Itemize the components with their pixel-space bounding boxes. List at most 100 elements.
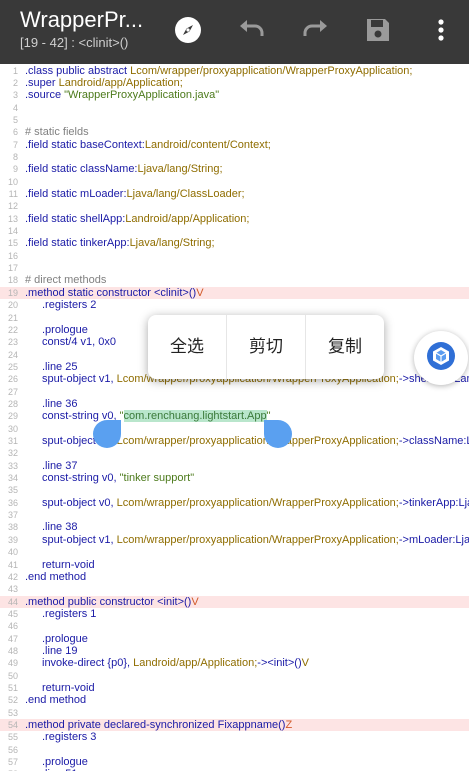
line-number: 29 [7, 411, 18, 422]
code-token: .prologue [42, 756, 88, 769]
code-line: 8 [0, 151, 469, 163]
compass-button[interactable] [168, 12, 208, 52]
line-number: 1 [12, 65, 18, 76]
code-token: mLoader: [80, 188, 127, 200]
code-text: .field static className:Ljava/lang/Strin… [25, 163, 223, 175]
line-number: 37 [7, 510, 18, 521]
code-line: 50 [0, 670, 469, 682]
line-number: 27 [7, 386, 18, 397]
code-token: .method public constructor [25, 595, 158, 608]
line-number: 23 [7, 337, 18, 348]
undo-button[interactable] [232, 12, 272, 52]
code-token: .registers 2 [42, 299, 97, 312]
code-line: 34 const-string v0, "tinker support" [0, 472, 469, 484]
code-line: 1 .class public abstract Lcom/wrapper/pro… [0, 65, 469, 77]
code-line: 41 return-void [0, 559, 469, 571]
line-number: 31 [7, 436, 18, 446]
code-token: V [191, 595, 199, 608]
code-line: 14 [0, 225, 469, 237]
code-token: Ljava/lang/String; [129, 237, 215, 250]
code-token: .field static [25, 237, 81, 250]
file-title: WrapperPr... [20, 7, 144, 32]
code-text: # static fields [25, 126, 89, 138]
code-text: .source "WrapperProxyApplication.java" [25, 89, 219, 101]
code-token: Lcom/wrapper/proxyapplication/WrapperPro… [130, 64, 413, 77]
line-number: 24 [7, 349, 18, 360]
code-line: 45 .registers 1 [0, 608, 469, 620]
cut-menu-item[interactable]: 剪切 [227, 315, 306, 379]
code-text: const/4 v1, 0x0 [42, 336, 116, 348]
code-token: const-string v0, [42, 472, 120, 485]
select-all-menu-item[interactable]: 全选 [148, 315, 227, 379]
code-token: .registers 3 [42, 731, 97, 744]
code-line: 40 [0, 546, 469, 558]
code-line: 36 sput-object v0, Lcom/wrapper/proxyappl… [0, 497, 469, 509]
line-number: 16 [7, 250, 18, 261]
line-number: 30 [7, 423, 18, 434]
code-text: return-void [42, 559, 95, 571]
code-text: .class public abstract Lcom/wrapper/prox… [25, 65, 412, 77]
line-number: 48 [7, 645, 18, 656]
code-line: 44 .method public constructor <init>()V [0, 595, 469, 608]
code-text: .end method [25, 694, 86, 706]
line-number: 21 [7, 312, 18, 323]
line-number: 18 [7, 275, 18, 286]
code-line: 38 .line 38 [0, 521, 469, 533]
line-number: 7 [12, 139, 18, 150]
code-token: # static fields [25, 126, 89, 139]
code-editor[interactable]: 1 .class public abstract Lcom/wrapper/pro… [0, 64, 469, 771]
code-token: .field static [25, 188, 81, 200]
line-number: 50 [7, 670, 18, 681]
line-number: 51 [7, 683, 18, 693]
code-text: .registers 2 [42, 299, 96, 311]
code-token: .prologue [42, 323, 88, 336]
code-token: V [301, 657, 309, 670]
copy-menu-item[interactable]: 复制 [306, 315, 384, 379]
redo-button[interactable] [295, 12, 335, 52]
line-number: 57 [7, 757, 18, 768]
code-token: Fixappname() [217, 719, 286, 732]
line-number: 43 [7, 584, 18, 595]
line-number: 3 [12, 90, 18, 101]
code-token: const/4 v1, 0x0 [42, 336, 116, 349]
code-token: <init>() [157, 595, 192, 608]
save-button[interactable] [358, 12, 398, 52]
code-line: 43 [0, 583, 469, 595]
code-line: 20 .registers 2 [0, 299, 469, 311]
code-line: 39 sput-object v1, Lcom/wrapper/proxyappl… [0, 534, 469, 546]
code-line: 33 .line 37 [0, 460, 469, 472]
code-line: 56 [0, 744, 469, 756]
code-token: Ljava/lang/ClassLoader; [126, 188, 245, 200]
code-text: .registers 3 [42, 731, 96, 743]
code-line: 32 [0, 447, 469, 459]
code-line: 3 .source "WrapperProxyApplication.java" [0, 89, 469, 101]
code-line: 5 [0, 114, 469, 126]
code-line: 30 [0, 423, 469, 435]
compass-icon [174, 16, 202, 49]
method-range-subtitle: [19 - 42] : <clinit>() [20, 35, 129, 50]
more-options-button[interactable] [421, 12, 461, 52]
line-number: 5 [12, 114, 18, 125]
selection-start-handle[interactable] [93, 420, 121, 448]
line-number: 38 [7, 522, 18, 533]
code-token: .source [25, 89, 65, 102]
code-token: className: [80, 163, 138, 176]
code-token: "WrapperProxyApplication.java" [64, 89, 220, 102]
code-text: .line 38 [42, 521, 77, 533]
code-line: 4 [0, 102, 469, 114]
line-number: 33 [7, 460, 18, 471]
floating-assistant-button[interactable] [414, 331, 468, 385]
line-number: 13 [7, 213, 18, 224]
code-token: .method static constructor [25, 286, 154, 299]
code-token: ->tinkerApp:Ljava/lang/String; [398, 496, 469, 509]
code-line: 57 .prologue [0, 756, 469, 768]
code-line: 53 [0, 707, 469, 719]
selection-end-handle[interactable] [264, 420, 292, 448]
code-token: Z [285, 719, 293, 732]
line-number: 20 [7, 300, 18, 311]
code-text: .end method [25, 571, 86, 583]
code-text: .super Landroid/app/Application; [25, 77, 183, 89]
line-number: 12 [7, 201, 18, 212]
line-number: 41 [7, 559, 18, 570]
code-token: shellApp: [80, 212, 126, 225]
